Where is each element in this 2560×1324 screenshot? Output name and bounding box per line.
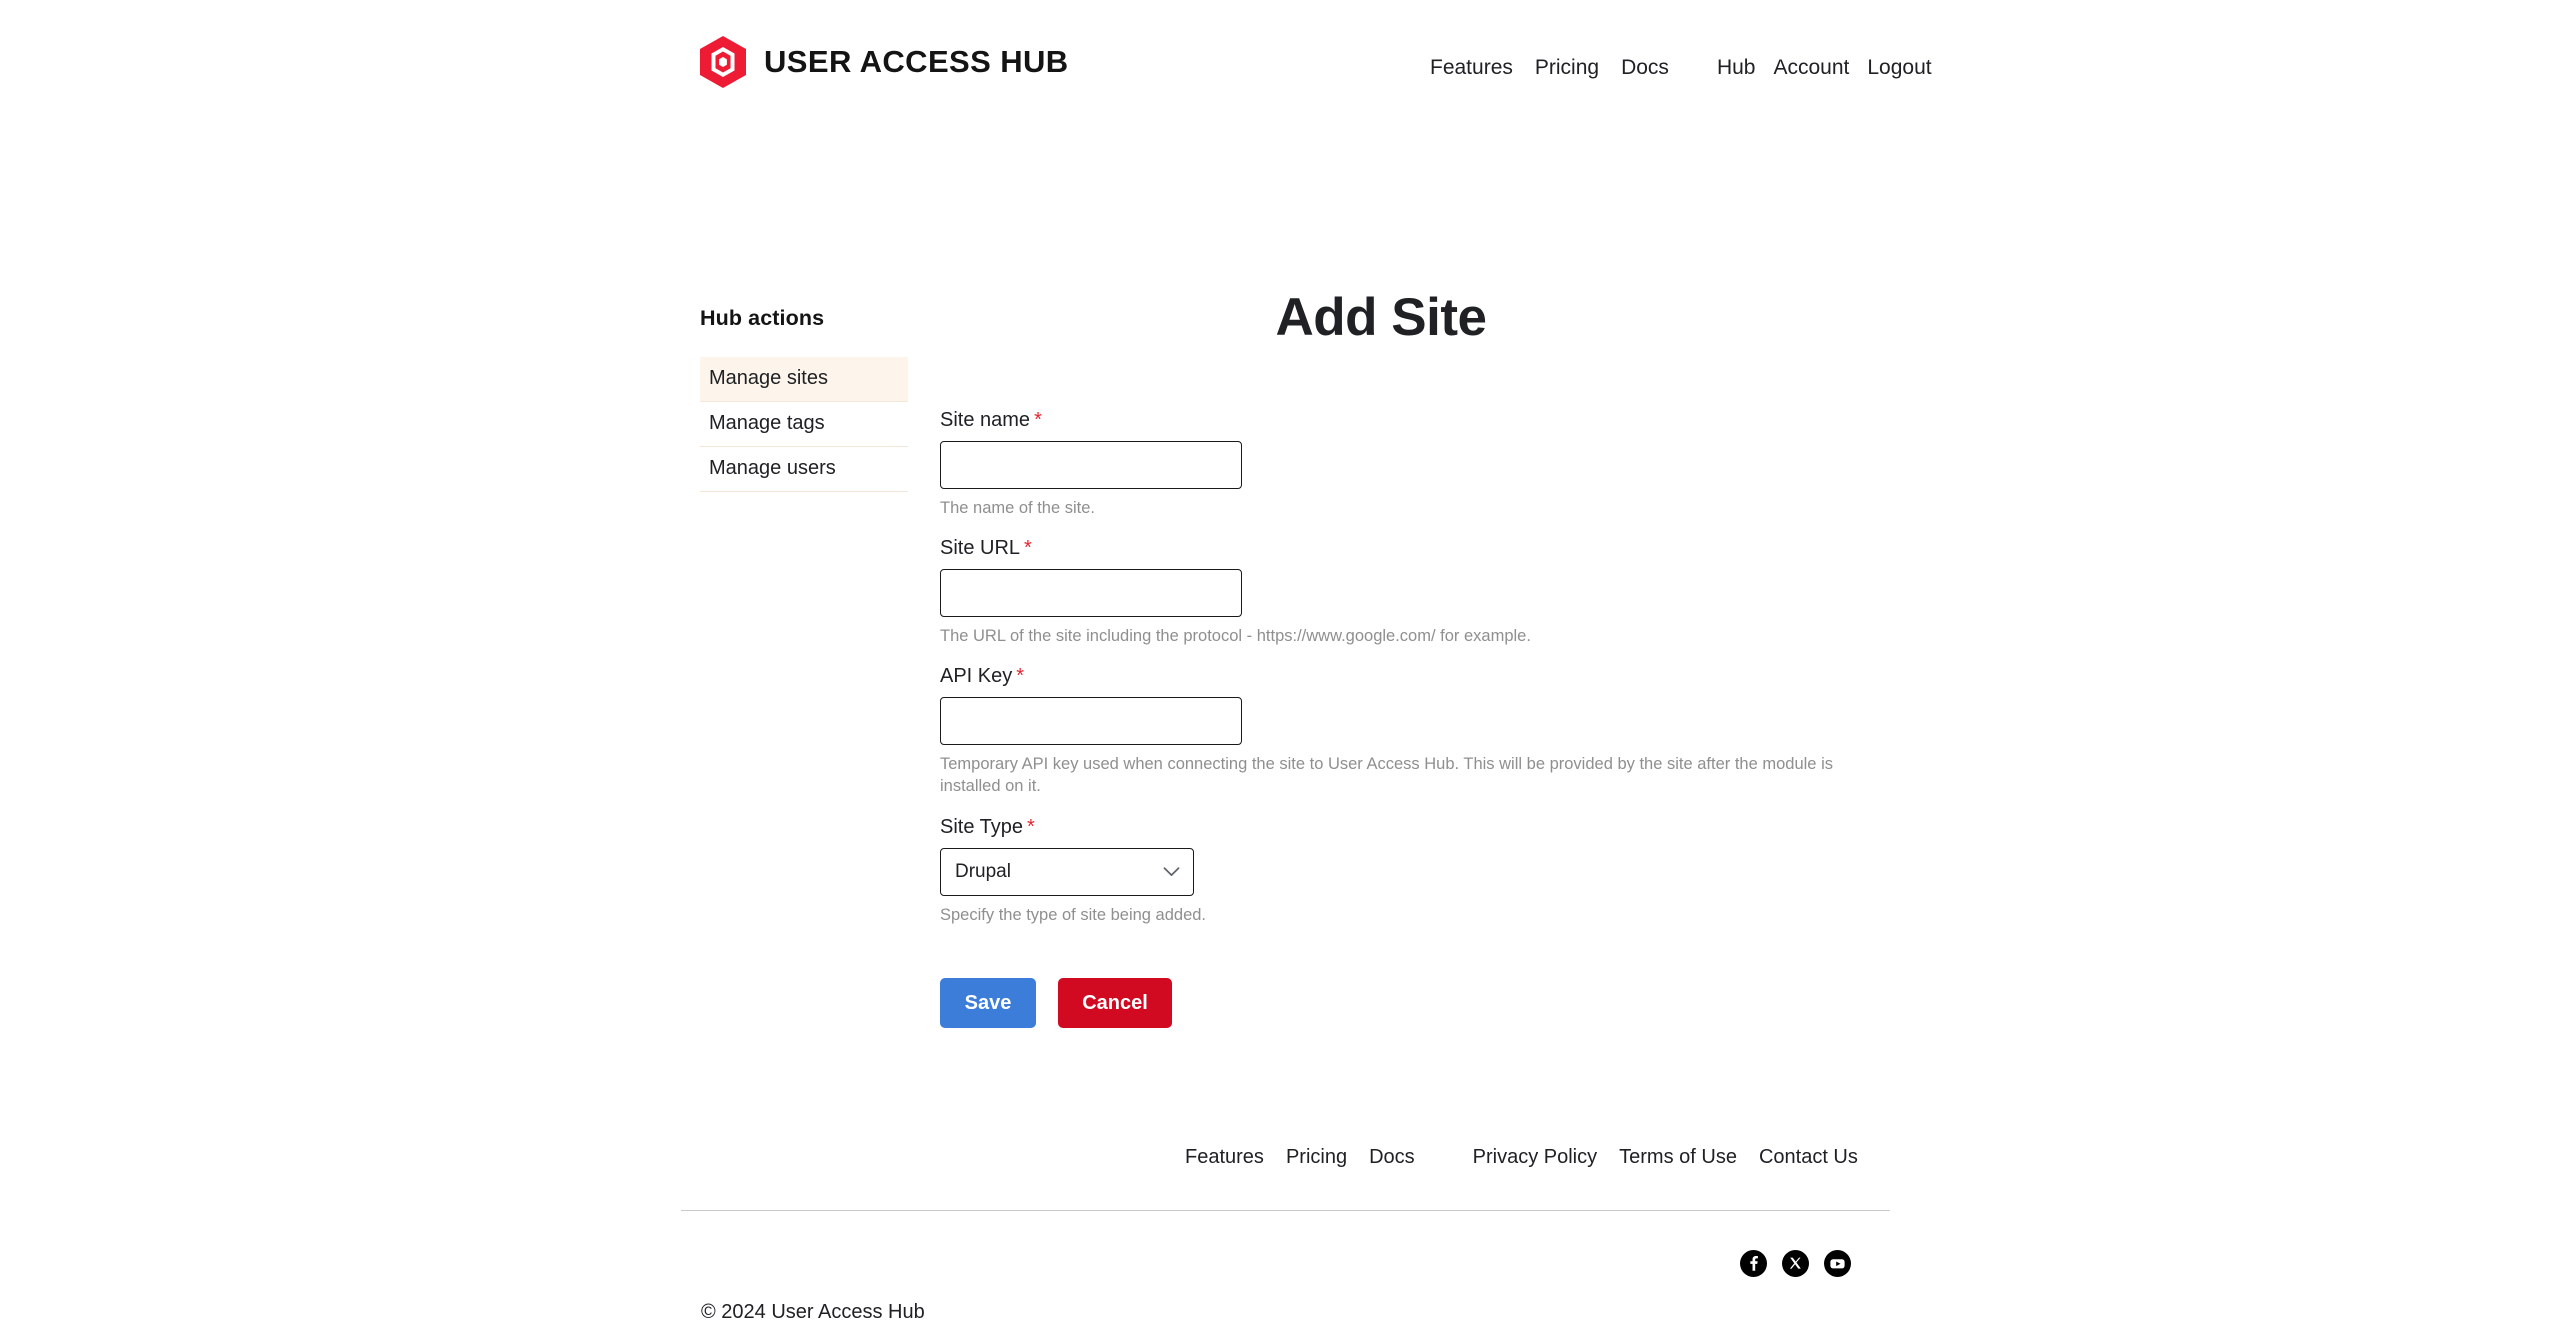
x-twitter-icon [1782, 1250, 1809, 1277]
nav-logout[interactable]: Logout [1867, 56, 1931, 80]
form-item-site-name: Site name * The name of the site. [940, 408, 1940, 519]
main-content: Add Site Site name * The name of the site… [940, 290, 1940, 1028]
sidebar-item-manage-sites[interactable]: Manage sites [700, 357, 908, 402]
brand-logo-link[interactable]: USER ACCESS HUB [700, 36, 1069, 88]
list-item: Manage sites [700, 357, 908, 402]
header-navigation: Features Pricing Docs Hub Account Logout [1430, 56, 1932, 80]
footer-link-terms-of-use[interactable]: Terms of Use [1619, 1146, 1737, 1169]
sidebar-item-manage-tags[interactable]: Manage tags [700, 402, 908, 447]
social-links [1740, 1250, 1851, 1277]
site-type-label: Site Type * [940, 815, 1940, 839]
site-name-label: Site name * [940, 408, 1940, 432]
site-type-select-wrapper: Drupal [940, 847, 1194, 896]
site-url-label: Site URL * [940, 536, 1940, 560]
form-item-api-key: API Key * Temporary API key used when con… [940, 664, 1940, 798]
api-key-label-text: API Key [940, 665, 1013, 688]
required-marker: * [1024, 536, 1032, 559]
site-url-input[interactable] [940, 568, 1242, 617]
header-nav-primary: Features Pricing Docs [1430, 56, 1669, 80]
form-item-site-url: Site URL * The URL of the site including … [940, 536, 1940, 647]
api-key-input[interactable] [940, 697, 1242, 746]
site-header: USER ACCESS HUB Features Pricing Docs Hu… [0, 0, 2560, 118]
youtube-link[interactable] [1824, 1250, 1851, 1277]
facebook-link[interactable] [1740, 1250, 1767, 1277]
facebook-icon [1740, 1250, 1767, 1277]
site-type-help: Specify the type of site being added. [940, 905, 1207, 924]
footer-link-pricing[interactable]: Pricing [1286, 1146, 1347, 1169]
header-nav-secondary: Hub Account Logout [1717, 56, 1932, 80]
site-url-label-text: Site URL [940, 536, 1021, 559]
site-url-help: The URL of the site including the protoc… [940, 626, 1531, 645]
site-name-input[interactable] [940, 440, 1242, 489]
api-key-help: Temporary API key used when connecting t… [940, 755, 1833, 796]
nav-account[interactable]: Account [1773, 56, 1849, 80]
sidebar-list: Manage sites Manage tags Manage users [700, 357, 908, 492]
site-type-select[interactable]: Drupal [940, 847, 1194, 896]
footer-links-left: Features Pricing Docs [1185, 1146, 1415, 1169]
form-item-site-type: Site Type * Drupal Specify the type of si… [940, 815, 1940, 926]
list-item: Manage users [700, 447, 908, 492]
nav-docs[interactable]: Docs [1621, 56, 1669, 80]
cancel-button[interactable]: Cancel [1058, 977, 1172, 1028]
required-marker: * [1034, 408, 1042, 431]
youtube-icon [1824, 1250, 1851, 1277]
x-twitter-link[interactable] [1782, 1250, 1809, 1277]
save-button[interactable]: Save [940, 977, 1036, 1028]
sidebar-title: Hub actions [700, 306, 825, 330]
site-type-label-text: Site Type [940, 815, 1024, 838]
footer-navigation: Features Pricing Docs Privacy Policy Ter… [1185, 1146, 1858, 1169]
required-marker: * [1027, 815, 1035, 838]
footer-divider [681, 1210, 1890, 1211]
site-name-label-text: Site name [940, 408, 1031, 431]
nav-features[interactable]: Features [1430, 56, 1513, 80]
list-item: Manage tags [700, 402, 908, 447]
footer-link-features[interactable]: Features [1185, 1146, 1264, 1169]
add-site-form: Site name * The name of the site. Site UR… [940, 408, 1940, 1028]
site-name-help: The name of the site. [940, 498, 1096, 517]
hub-actions-sidebar: Hub actions Manage sites Manage tags Man… [700, 306, 908, 492]
required-marker: * [1016, 665, 1025, 688]
footer-link-contact-us[interactable]: Contact Us [1759, 1146, 1858, 1169]
copyright-text: © 2024 User Access Hub [701, 1301, 925, 1323]
footer-link-privacy-policy[interactable]: Privacy Policy [1473, 1146, 1597, 1169]
page-title: Add Site [1275, 288, 1487, 347]
hexagon-logo-icon [700, 36, 746, 88]
sidebar-item-manage-users[interactable]: Manage users [700, 447, 908, 492]
nav-pricing[interactable]: Pricing [1535, 56, 1599, 80]
brand-name: USER ACCESS HUB [764, 44, 1069, 79]
footer-links-right: Privacy Policy Terms of Use Contact Us [1473, 1146, 1858, 1169]
form-actions: Save Cancel [940, 977, 1940, 1028]
api-key-label: API Key * [940, 664, 1940, 688]
footer-link-docs[interactable]: Docs [1369, 1146, 1415, 1169]
nav-hub[interactable]: Hub [1717, 56, 1756, 80]
